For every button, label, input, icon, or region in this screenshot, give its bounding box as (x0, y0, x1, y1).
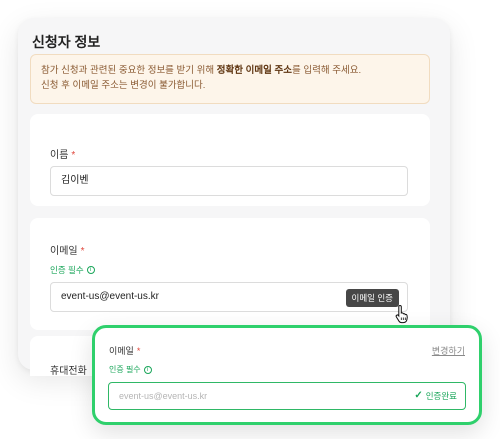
required-mark: * (80, 246, 85, 257)
verified-email-input[interactable]: event-us@event-us.kr ✓ 인증완료 (108, 382, 466, 410)
page-title: 신청자 정보 (32, 34, 101, 50)
name-label: 이름 * (50, 150, 76, 161)
email-label: 이메일 * (50, 246, 85, 257)
email-section: 이메일 * 인증 필수 i event-us@event-us.kr 이메일 인증 (30, 218, 430, 330)
notice-line-2: 신청 후 이메일 주소는 변경이 불가합니다. (41, 80, 206, 91)
required-mark: * (71, 150, 76, 161)
verify-required-text: 인증 필수 i (109, 364, 152, 375)
email-value: event-us@event-us.kr (61, 291, 159, 302)
notice-line-1: 참가 신청과 관련된 중요한 정보를 받기 위해 정확한 이메일 주소를 입력해… (41, 65, 362, 76)
applicant-info-card: 신청자 정보 참가 신청과 관련된 중요한 정보를 받기 위해 정확한 이메일 … (18, 18, 450, 377)
name-section: 이름 * 김이벤 (30, 114, 430, 206)
hand-pointer-icon (395, 304, 408, 324)
change-email-link[interactable]: 변경하기 (432, 344, 465, 357)
verified-email-callout: 이메일 * 변경하기 인증 필수 i event-us@event-us.kr ✓ 인… (92, 325, 482, 425)
email-label: 이메일 * (109, 346, 141, 356)
email-placeholder: event-us@event-us.kr (119, 391, 208, 401)
email-input[interactable]: event-us@event-us.kr 이메일 인증 (50, 282, 408, 312)
email-verify-button[interactable]: 이메일 인증 (345, 289, 399, 307)
info-circle-icon: i (143, 365, 152, 374)
verified-status: ✓ 인증완료 (414, 383, 457, 409)
notice-box: 참가 신청과 관련된 중요한 정보를 받기 위해 정확한 이메일 주소를 입력해… (30, 54, 430, 104)
verify-required-text: 인증 필수 i (50, 264, 95, 276)
check-icon: ✓ (414, 390, 423, 401)
name-input[interactable]: 김이벤 (50, 166, 408, 196)
required-mark: * (136, 346, 141, 356)
phone-label: 휴대전화 (50, 366, 87, 377)
info-circle-icon: i (86, 266, 95, 274)
